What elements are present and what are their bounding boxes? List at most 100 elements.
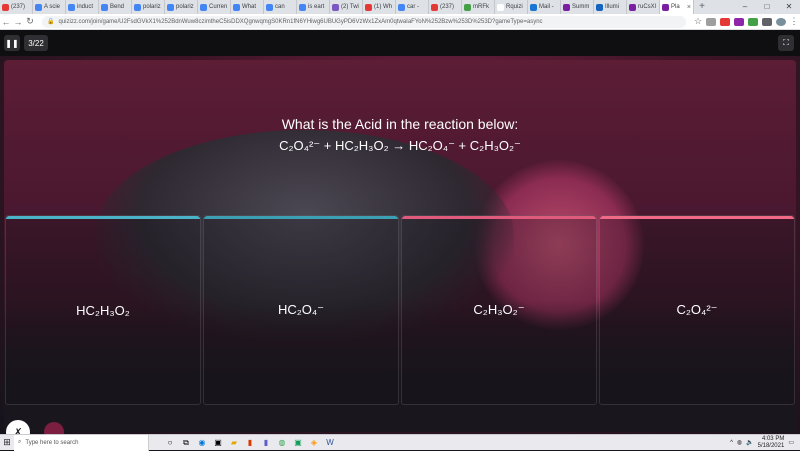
browser-tab[interactable]: induct — [66, 0, 99, 14]
browser-tab[interactable]: What — [231, 0, 264, 14]
lock-icon: 🔒 — [47, 19, 55, 25]
task-view-icon[interactable]: ⧉ — [179, 437, 193, 449]
url-text: quizizz.com/join/game/U2FsdGVkX1%252BdnW… — [58, 18, 543, 25]
question-text: What is the Acid in the reaction below: — [281, 116, 519, 132]
app-icon[interactable]: ◈ — [307, 437, 321, 449]
tab-favicon-icon — [662, 3, 669, 11]
pause-button[interactable]: ❚❚ — [4, 35, 20, 51]
browser-tab[interactable]: polariz — [132, 0, 165, 14]
reload-icon[interactable]: ↻ — [24, 16, 36, 27]
powerup-icon: ✗ — [13, 426, 23, 435]
tab-favicon-icon — [431, 3, 438, 11]
tab-favicon-icon — [563, 3, 570, 11]
extension-icon[interactable] — [748, 17, 758, 26]
browser-tab[interactable]: ruCsXl — [627, 0, 660, 14]
browser-tab[interactable]: is eart — [297, 0, 330, 14]
chevron-up-icon[interactable]: ^ — [730, 440, 733, 446]
option-label: C₂H₃O₂⁻ — [473, 302, 525, 317]
browser-tab[interactable]: Mail - — [528, 0, 561, 14]
extension-icon[interactable] — [762, 17, 772, 26]
option-label: HC₂H₃O₂ — [76, 302, 130, 318]
quiz-topbar: ❚❚ 3/22 ⛶ — [0, 30, 800, 56]
option-label: HC₂O₄⁻ — [277, 302, 325, 317]
option-label: C₂O₄²⁻ — [676, 302, 718, 317]
pause-icon: ❚❚ — [5, 38, 19, 48]
tab-label: induct — [77, 4, 94, 10]
taskbar-search[interactable]: ⌕ Type here to search — [14, 434, 149, 451]
answer-option-1[interactable]: HC₂H₃O₂ — [5, 215, 201, 405]
browser-tab[interactable]: Pla × — [660, 0, 694, 14]
browser-menu-icon[interactable]: ⋮ — [788, 16, 800, 27]
extension-icon[interactable] — [720, 17, 730, 26]
browser-tab[interactable]: (1) Wh — [363, 0, 396, 14]
clock-date: 5/18/2021 — [757, 442, 785, 449]
tab-label: Pla — [671, 4, 680, 10]
search-icon: ⌕ — [18, 439, 22, 445]
extension-icon[interactable] — [734, 17, 744, 26]
browser-tab[interactable]: (237) — [429, 0, 462, 14]
tab-label: mRFk — [473, 4, 489, 10]
tab-favicon-icon — [35, 3, 42, 11]
tab-favicon-icon — [629, 3, 636, 11]
cortana-icon[interactable]: ○ — [163, 437, 177, 449]
browser-tab[interactable]: Rquizi — [495, 0, 528, 14]
question-counter: 3/22 — [24, 35, 48, 51]
tab-label: A scie — [44, 4, 61, 10]
minimize-icon[interactable]: – — [734, 0, 756, 14]
profile-avatar[interactable] — [776, 17, 786, 26]
new-tab-button[interactable]: + — [694, 0, 710, 14]
volume-icon[interactable]: 🔈 — [746, 439, 753, 446]
clock[interactable]: 4:03 PM 5/18/2021 — [758, 436, 785, 450]
tab-favicon-icon — [332, 3, 339, 11]
forward-icon[interactable]: → — [12, 17, 24, 27]
extension-icon[interactable] — [706, 17, 716, 26]
system-tray: ^ ◍ 🔈 4:03 PM 5/18/2021 ▭ — [730, 436, 800, 450]
notification-icon[interactable]: ▭ — [788, 439, 794, 446]
browser-tab[interactable]: mRFk — [462, 0, 495, 14]
browser-tab[interactable]: Curren — [198, 0, 231, 14]
browser-tab[interactable]: (2) Twi — [330, 0, 363, 14]
browser-tab[interactable]: Summ — [561, 0, 594, 14]
tab-favicon-icon — [200, 3, 207, 11]
windows-start-icon[interactable]: ⊞ — [0, 435, 14, 451]
network-icon[interactable]: ◍ — [737, 439, 742, 446]
tab-label: (2) Twi — [341, 4, 359, 10]
tab-close-icon[interactable]: × — [687, 4, 691, 11]
browser-tab[interactable]: Illumi — [594, 0, 627, 14]
browser-tab[interactable]: Bend — [99, 0, 132, 14]
answer-option-4[interactable]: C₂O₄²⁻ — [599, 215, 795, 405]
store-icon[interactable]: ▣ — [211, 437, 225, 449]
browser-tab[interactable]: (237) — [0, 0, 33, 14]
windows-taskbar: ⊞ ⌕ Type here to search ○ ⧉ ◉ ▣ ▰ ▮ ▮ ◍ … — [0, 434, 800, 451]
window-controls: – □ ✕ — [734, 0, 800, 14]
fullscreen-icon: ⛶ — [783, 38, 789, 47]
tab-label: can — [275, 4, 285, 10]
tab-favicon-icon — [596, 3, 603, 11]
back-icon[interactable]: ← — [0, 17, 12, 27]
tab-label: ruCsXl — [638, 4, 657, 10]
fullscreen-button[interactable]: ⛶ — [778, 35, 794, 51]
answer-option-2[interactable]: HC₂O₄⁻ — [203, 215, 399, 405]
tab-favicon-icon — [464, 3, 471, 11]
chrome-icon[interactable]: ◍ — [275, 437, 289, 449]
tab-favicon-icon — [299, 3, 306, 11]
bookmark-star-icon[interactable]: ☆ — [692, 16, 704, 27]
file-explorer-icon[interactable]: ▰ — [227, 437, 241, 449]
app-icon[interactable]: ▣ — [291, 437, 305, 449]
answer-option-3[interactable]: C₂H₃O₂⁻ — [401, 215, 597, 405]
office-icon[interactable]: ▮ — [243, 437, 257, 449]
option-accent — [6, 216, 200, 219]
tab-label: polariz — [143, 4, 161, 10]
browser-tab[interactable]: A scie — [33, 0, 66, 14]
edge-icon[interactable]: ◉ — [195, 437, 209, 449]
browser-tab[interactable]: can — [264, 0, 297, 14]
tab-label: What — [242, 4, 257, 10]
close-window-icon[interactable]: ✕ — [778, 0, 800, 14]
teams-icon[interactable]: ▮ — [259, 437, 273, 449]
browser-tab[interactable]: car - — [396, 0, 429, 14]
address-bar[interactable]: 🔒 quizizz.com/join/game/U2FsdGVkX1%252Bd… — [42, 15, 686, 28]
maximize-icon[interactable]: □ — [756, 0, 778, 14]
tab-favicon-icon — [167, 3, 174, 11]
word-icon[interactable]: W — [323, 437, 337, 449]
browser-tab[interactable]: polariz — [165, 0, 198, 14]
